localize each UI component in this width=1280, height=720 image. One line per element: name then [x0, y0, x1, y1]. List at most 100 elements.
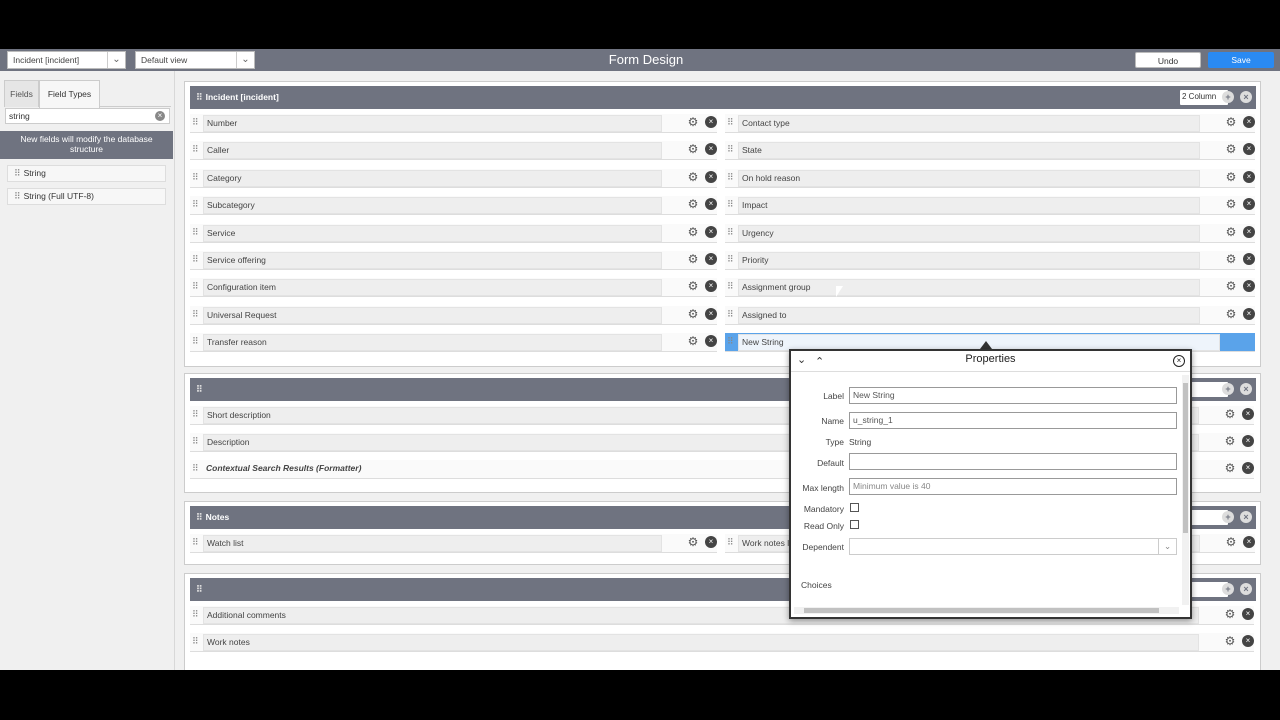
remove-field-icon[interactable]: × — [705, 536, 717, 548]
drag-handle-icon[interactable]: ⠿ — [727, 281, 734, 292]
gear-icon[interactable]: ⚙ — [1225, 536, 1237, 548]
name-input[interactable]: u_string_1 — [849, 412, 1177, 429]
drag-handle-icon[interactable]: ⠿ — [192, 117, 199, 128]
gear-icon[interactable]: ⚙ — [1224, 408, 1236, 420]
form-field[interactable]: ⠿ Transfer reason ⚙ × — [190, 333, 717, 353]
gear-icon[interactable]: ⚙ — [1225, 253, 1237, 265]
gear-icon[interactable]: ⚙ — [1225, 280, 1237, 292]
gear-icon[interactable]: ⚙ — [1224, 462, 1236, 474]
drag-handle-icon[interactable]: ⠿ — [727, 117, 734, 128]
gear-icon[interactable]: ⚙ — [1224, 608, 1236, 620]
form-field[interactable]: ⠿ Configuration item ⚙ × — [190, 278, 717, 298]
form-field[interactable]: ⠿ Assigned to ⚙ × — [725, 305, 1255, 325]
gear-icon[interactable]: ⚙ — [1225, 116, 1237, 128]
drag-handle-icon[interactable]: ⠿ — [192, 172, 199, 183]
remove-field-icon[interactable]: × — [705, 253, 717, 265]
gear-icon[interactable]: ⚙ — [687, 116, 699, 128]
remove-field-icon[interactable]: × — [705, 225, 717, 238]
remove-field-icon[interactable]: × — [1243, 536, 1255, 548]
remove-section-icon[interactable]: × — [1240, 583, 1252, 595]
add-section-icon[interactable]: + — [1222, 511, 1234, 523]
gear-icon[interactable]: ⚙ — [1225, 143, 1237, 155]
remove-field-icon[interactable]: × — [1243, 225, 1255, 238]
remove-field-icon[interactable]: × — [1242, 408, 1254, 420]
remove-field-icon[interactable]: × — [1243, 198, 1255, 211]
form-field[interactable]: ⠿ Priority ⚙ × — [725, 251, 1255, 270]
form-field[interactable]: ⠿ Category ⚙ × — [190, 168, 717, 188]
remove-section-icon[interactable]: × — [1240, 91, 1252, 103]
drag-handle-icon[interactable]: ⠿ — [727, 144, 734, 155]
form-field[interactable]: ⠿ On hold reason ⚙ × — [725, 168, 1255, 188]
drag-handle-icon[interactable]: ⠿ — [196, 584, 203, 594]
form-field[interactable]: ⠿ Caller ⚙ × — [190, 141, 717, 161]
form-field[interactable]: ⠿ State ⚙ × — [725, 141, 1255, 161]
main-scrollbar[interactable] — [1270, 71, 1280, 670]
drag-handle-icon[interactable]: ⠿ — [192, 281, 199, 292]
tab-fields[interactable]: Fields — [4, 80, 39, 107]
drag-handle-icon[interactable]: ⠿ — [192, 336, 199, 347]
remove-field-icon[interactable]: × — [1243, 143, 1255, 156]
remove-field-icon[interactable]: × — [1242, 608, 1254, 620]
scroll-thumb[interactable] — [804, 608, 1159, 613]
remove-field-icon[interactable]: × — [1243, 116, 1255, 128]
mandatory-checkbox[interactable] — [850, 503, 859, 512]
drag-handle-icon[interactable]: ⠿ — [192, 636, 199, 647]
form-field[interactable]: ⠿ Number ⚙ × — [190, 114, 717, 133]
clear-icon[interactable]: × — [155, 111, 165, 121]
save-button[interactable]: Save — [1208, 52, 1274, 68]
remove-section-icon[interactable]: × — [1240, 511, 1252, 523]
drag-handle-icon[interactable]: ⠿ — [727, 199, 734, 210]
form-field[interactable]: ⠿ Service offering ⚙ × — [190, 251, 717, 270]
close-icon[interactable]: × — [1173, 355, 1185, 367]
field-search-input[interactable]: string × — [5, 108, 170, 124]
gear-icon[interactable]: ⚙ — [687, 253, 699, 265]
gear-icon[interactable]: ⚙ — [1225, 198, 1237, 210]
remove-field-icon[interactable]: × — [1242, 435, 1254, 447]
properties-hscroll[interactable] — [794, 607, 1179, 614]
remove-field-icon[interactable]: × — [705, 198, 717, 211]
remove-field-icon[interactable]: × — [705, 143, 717, 156]
drag-handle-icon[interactable]: ⠿ — [727, 537, 734, 548]
dependent-select[interactable]: ⌄ — [849, 538, 1177, 555]
default-input[interactable] — [849, 453, 1177, 470]
gear-icon[interactable]: ⚙ — [687, 198, 699, 210]
remove-field-icon[interactable]: × — [705, 280, 717, 293]
gear-icon[interactable]: ⚙ — [687, 308, 699, 320]
drag-handle-icon[interactable]: ⠿ — [196, 384, 203, 394]
drag-handle-icon[interactable]: ⠿ — [192, 144, 199, 155]
gear-icon[interactable]: ⚙ — [1225, 226, 1237, 238]
label-input[interactable]: New String — [849, 387, 1177, 404]
remove-field-icon[interactable]: × — [705, 335, 717, 348]
undo-button[interactable]: Undo — [1135, 52, 1201, 68]
gear-icon[interactable]: ⚙ — [1224, 435, 1236, 447]
remove-field-icon[interactable]: × — [1243, 170, 1255, 183]
form-field[interactable]: ⠿ Impact ⚙ × — [725, 196, 1255, 216]
gear-icon[interactable]: ⚙ — [1225, 308, 1237, 320]
remove-field-icon[interactable]: × — [1243, 280, 1255, 293]
drag-handle-icon[interactable]: ⠿ — [192, 409, 199, 420]
form-field[interactable]: ⠿ Watch list ⚙ × — [190, 534, 717, 553]
form-field[interactable]: ⠿ Contact type ⚙ × — [725, 114, 1255, 133]
column-layout-select[interactable]: 2 Column — [1180, 90, 1228, 105]
readonly-checkbox[interactable] — [850, 520, 859, 529]
drag-handle-icon[interactable]: ⠿ — [727, 336, 734, 347]
drag-handle-icon[interactable]: ⠿ — [192, 436, 199, 447]
remove-field-icon[interactable]: × — [1242, 462, 1254, 474]
add-section-icon[interactable]: + — [1222, 91, 1234, 103]
gear-icon[interactable]: ⚙ — [1225, 171, 1237, 183]
remove-field-icon[interactable]: × — [1243, 253, 1255, 265]
add-section-icon[interactable]: + — [1222, 583, 1234, 595]
form-field[interactable]: ⠿ Subcategory ⚙ × — [190, 196, 717, 216]
tab-field-types[interactable]: Field Types — [39, 80, 100, 108]
form-field[interactable]: ⠿ Assignment group ⚙ × — [725, 278, 1255, 298]
drag-handle-icon[interactable]: ⠿ — [192, 537, 199, 548]
drag-handle-icon[interactable]: ⠿ — [192, 199, 199, 210]
drag-handle-icon[interactable]: ⠿ — [192, 227, 199, 238]
drag-handle-icon[interactable]: ⠿ — [192, 463, 199, 474]
maxlen-input[interactable]: Minimum value is 40 — [849, 478, 1177, 495]
drag-handle-icon[interactable]: ⠿ — [727, 227, 734, 238]
add-section-icon[interactable]: + — [1222, 383, 1234, 395]
section-header[interactable]: ⠿ Incident [incident] 2 Column + × — [190, 86, 1256, 109]
drag-handle-icon[interactable]: ⠿ — [192, 609, 199, 620]
drag-handle-icon[interactable]: ⠿ — [196, 92, 203, 102]
